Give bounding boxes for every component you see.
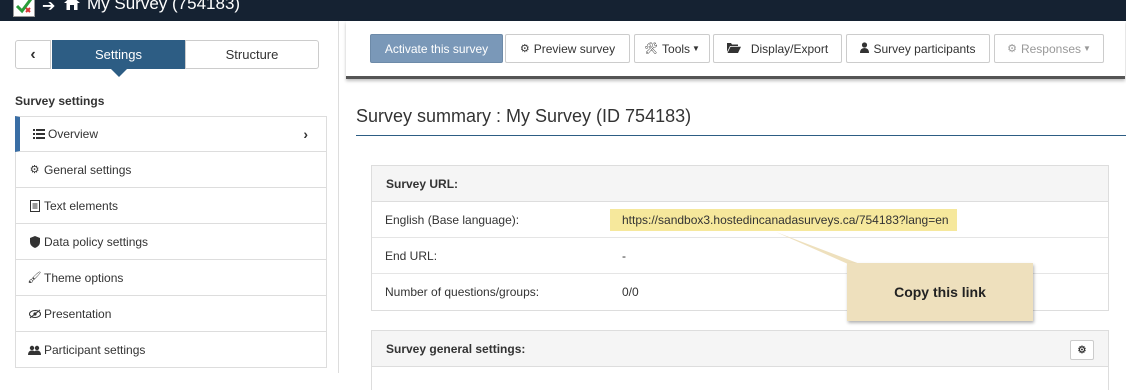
cogs-icon: ⚙ [1077,344,1087,356]
sidebar-item-theme-options[interactable]: 🖌 Theme options [15,260,327,296]
user-icon [860,41,870,56]
folder-open-icon [726,42,741,56]
sidebar-item-participant-settings[interactable]: Participant settings [15,332,327,368]
collapse-sidebar-button[interactable]: ‹ [15,40,51,69]
app-logo-icon[interactable] [13,0,35,17]
display-export-button[interactable]: Display/Export [713,34,842,63]
chevron-left-icon: ‹ [30,45,36,63]
sidebar-item-label: Theme options [44,270,124,285]
sidebar-item-text-elements[interactable]: Text elements [15,188,327,224]
shield-icon [28,235,41,248]
row-value: - [622,248,626,263]
section-label-survey-settings: Survey settings [15,94,105,108]
file-text-icon [28,199,41,212]
survey-participants-label: Survey participants [873,41,976,56]
page-title: Survey summary : My Survey (ID 754183) [356,106,692,126]
tab-settings[interactable]: Settings [52,40,185,77]
row-label: Number of questions/groups: [385,285,540,299]
sidebar-item-data-policy[interactable]: Data policy settings [15,224,327,260]
survey-toolbar: Activate this survey ⚙ Preview survey 🛠 … [346,21,1125,79]
row-value: 0/0 [622,285,639,299]
gear-icon: ⚙ [519,43,530,55]
tools-dropdown-button[interactable]: 🛠 Tools ▼ [634,34,710,63]
caret-down-icon: ▼ [1083,44,1091,53]
sidebar-item-label: Text elements [44,198,119,213]
sidebar-item-label: Data policy settings [44,234,149,249]
display-export-label: Display/Export [750,41,829,56]
users-icon [28,345,41,355]
panel-heading-label: Survey general settings: [386,341,526,356]
survey-participants-button[interactable]: Survey participants [846,34,990,63]
home-icon[interactable] [64,0,80,15]
row-label: End URL: [385,248,438,263]
preview-survey-button[interactable]: ⚙ Preview survey [505,34,630,63]
top-bar: ➔ My Survey (754183) [0,0,1126,21]
sidebar: ‹ Settings Structure Survey settings Ove… [0,21,339,373]
sidebar-item-overview[interactable]: Overview › [15,116,327,152]
sidebar-item-label: Participant settings [44,342,146,357]
wrench-hammer-icon: 🛠 [644,43,659,55]
responses-dropdown-button[interactable]: ⚙ Responses ▼ [994,34,1104,63]
sidebar-item-label: Presentation [44,306,112,321]
survey-breadcrumb-title[interactable]: My Survey (754183) [87,0,240,14]
responses-label: Responses [1020,41,1081,56]
sidebar-item-label: General settings [44,162,132,177]
sidebar-item-presentation[interactable]: Presentation [15,296,327,332]
settings-menu: Overview › ⚙ General settings Text eleme… [15,116,327,368]
caret-down-icon: ▼ [692,44,700,53]
tab-structure[interactable]: Structure [185,40,319,69]
survey-url-link[interactable]: https://sandbox3.hostedincanadasurveys.c… [610,209,957,231]
sidebar-item-label: Overview [48,127,99,141]
preview-survey-label: Preview survey [533,41,616,56]
survey-general-settings-panel: Survey general settings: ⚙ [371,330,1109,390]
list-icon [32,129,45,139]
callout-annotation: Copy this link [847,263,1033,321]
arrow-right-icon: ➔ [42,0,56,15]
panel-heading: Survey general settings: ⚙ [372,331,1108,367]
row-label: English (Base language): [385,212,520,227]
sidebar-item-general-settings[interactable]: ⚙ General settings [15,152,327,188]
panel-heading: Survey URL: [372,166,1108,202]
title-divider [356,135,1126,136]
activate-survey-button[interactable]: Activate this survey [370,34,503,63]
cogs-icon: ⚙ [29,164,40,176]
settings-gear-button[interactable]: ⚙ [1070,340,1094,360]
responses-icon: ⚙ [1007,43,1017,55]
eye-slash-icon [28,309,41,319]
tools-label: Tools [662,41,691,56]
table-row: English (Base language): https://sandbox… [372,202,1108,238]
paintbrush-icon: 🖌 [27,272,42,284]
chevron-right-icon: › [303,126,308,142]
